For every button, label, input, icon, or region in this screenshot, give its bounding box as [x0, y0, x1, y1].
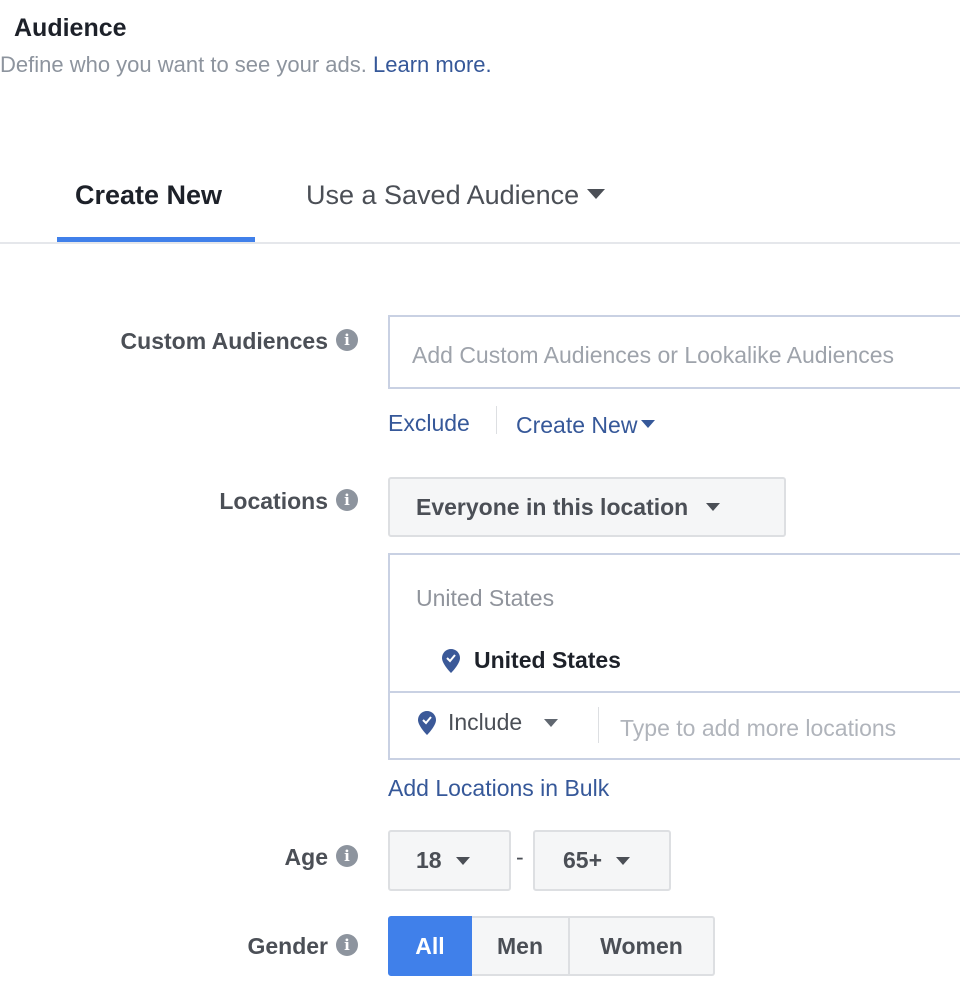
section-subtitle: Define who you want to see your ads. Lea… — [0, 52, 492, 78]
tab-create-new[interactable]: Create New — [75, 180, 222, 211]
age-min-value: 18 — [416, 847, 442, 873]
location-type-value: Everyone in this location — [416, 493, 689, 520]
location-type-dropdown[interactable]: Everyone in this location — [388, 477, 786, 537]
include-value: Include — [448, 709, 523, 735]
info-icon[interactable]: i — [336, 488, 358, 511]
selected-location-name: United States — [474, 647, 621, 673]
info-icon[interactable]: i — [336, 844, 358, 867]
include-divider — [598, 707, 599, 743]
include-dropdown[interactable]: Include — [418, 709, 559, 736]
section-title: Audience — [14, 14, 127, 42]
chevron-down-icon — [641, 419, 656, 428]
locations-label-text: Locations — [219, 488, 328, 514]
age-max-value: 65+ — [563, 847, 603, 873]
create-new-link[interactable]: Create New — [516, 412, 656, 439]
gender-label: Gender i — [247, 933, 358, 960]
age-label: Age i — [285, 844, 358, 871]
gender-segmented-control: All Men Women — [388, 916, 715, 976]
info-icon[interactable]: i — [336, 933, 358, 956]
link-divider — [496, 406, 497, 434]
create-new-link-text: Create New — [516, 412, 638, 438]
locations-box: United States United States Include Type… — [388, 553, 960, 760]
age-label-text: Age — [284, 844, 328, 870]
chevron-down-icon — [544, 718, 559, 727]
locations-label: Locations i — [219, 488, 358, 515]
location-group-header: United States — [416, 585, 555, 611]
selected-location-item[interactable]: United States — [442, 647, 621, 674]
chevron-down-icon — [616, 856, 631, 865]
chevron-down-icon — [706, 503, 721, 511]
tabs-divider — [0, 242, 960, 244]
age-max-dropdown[interactable]: 65+ — [533, 830, 671, 891]
location-pin-icon — [442, 648, 460, 673]
gender-option-all[interactable]: All — [388, 916, 472, 976]
custom-audiences-input[interactable]: Add Custom Audiences or Lookalike Audien… — [388, 315, 960, 389]
age-min-dropdown[interactable]: 18 — [388, 830, 511, 891]
custom-audiences-placeholder: Add Custom Audiences or Lookalike Audien… — [412, 342, 895, 368]
add-locations-bulk-link[interactable]: Add Locations in Bulk — [388, 775, 609, 802]
gender-label-text: Gender — [247, 933, 328, 959]
locations-box-divider — [390, 691, 960, 693]
tab-use-saved-audience[interactable]: Use a Saved Audience — [306, 180, 606, 211]
exclude-link[interactable]: Exclude — [388, 410, 470, 437]
add-locations-input[interactable]: Type to add more locations — [620, 715, 896, 742]
chevron-down-icon — [455, 856, 470, 865]
chevron-down-icon — [587, 188, 606, 199]
custom-audiences-label: Custom Audiences i — [121, 328, 358, 355]
learn-more-link[interactable]: Learn more. — [373, 52, 492, 77]
gender-option-men[interactable]: Men — [472, 916, 570, 976]
tab-saved-label: Use a Saved Audience — [306, 180, 580, 210]
subtitle-text: Define who you want to see your ads. — [0, 52, 373, 77]
age-separator: - — [516, 844, 524, 870]
location-pin-icon — [418, 710, 436, 735]
custom-audiences-label-text: Custom Audiences — [120, 328, 328, 354]
gender-option-women[interactable]: Women — [570, 916, 715, 976]
info-icon[interactable]: i — [336, 328, 358, 351]
